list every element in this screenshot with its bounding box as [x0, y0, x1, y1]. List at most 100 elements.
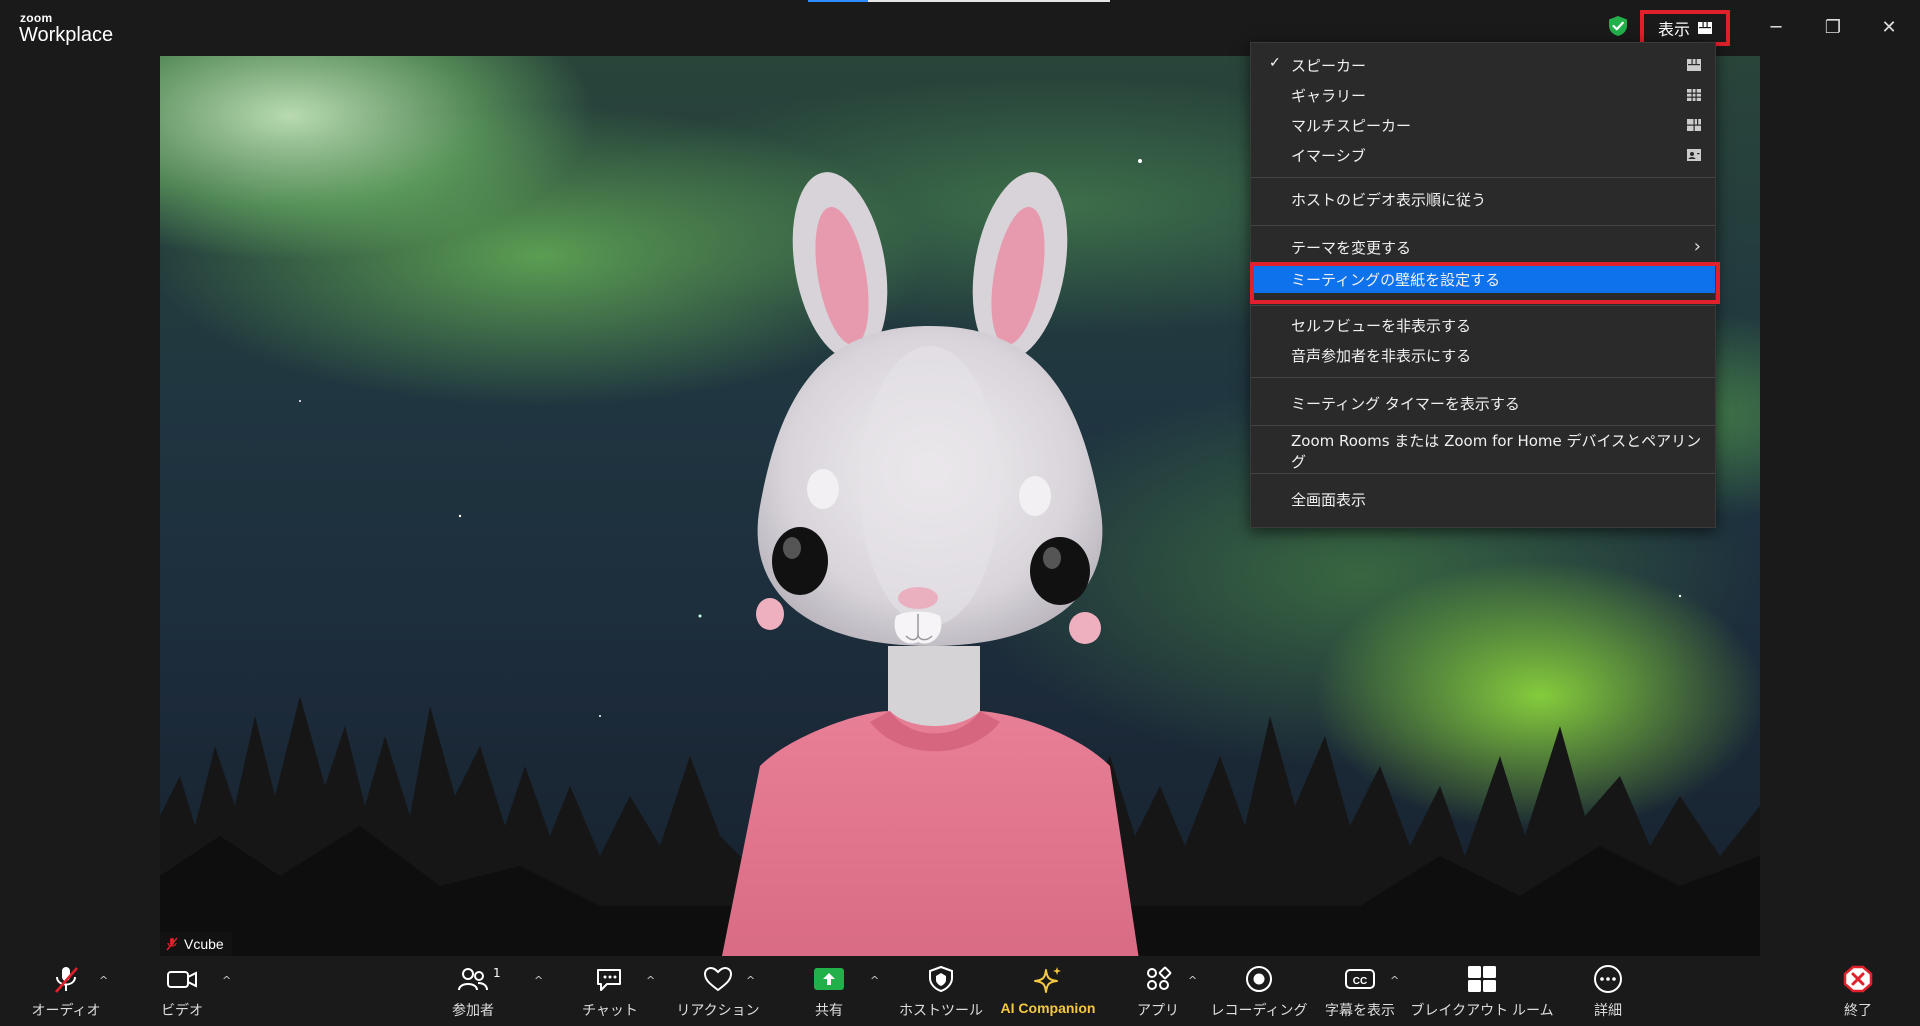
- menu-item-gallery[interactable]: ギャラリー: [1251, 81, 1715, 109]
- minimize-button[interactable]: ─: [1761, 12, 1791, 42]
- menu-item-pair-zoom-rooms[interactable]: Zoom Rooms または Zoom for Home デバイスとペアリング: [1251, 432, 1715, 471]
- menu-item-label: ミーティング タイマーを表示する: [1291, 394, 1520, 413]
- speaker-view-icon: [1698, 22, 1712, 34]
- shield-check-icon[interactable]: [1606, 14, 1630, 38]
- menu-item-show-meeting-timer[interactable]: ミーティング タイマーを表示する: [1251, 389, 1715, 417]
- host-tools-button[interactable]: ホストツール: [898, 956, 984, 1026]
- breakout-rooms-icon: [1468, 966, 1496, 992]
- apps-icon: [1147, 966, 1172, 990]
- share-screen-button[interactable]: 共有: [800, 956, 858, 1026]
- participants-label: 参加者: [452, 1002, 494, 1018]
- menu-item-label: ギャラリー: [1291, 86, 1367, 105]
- apps-button[interactable]: アプリ: [1128, 956, 1188, 1026]
- menu-item-label: マルチスピーカー: [1291, 116, 1412, 135]
- menu-item-follow-host-order[interactable]: ホストのビデオ表示順に従う: [1251, 185, 1715, 213]
- view-button[interactable]: 表示: [1640, 10, 1730, 46]
- reactions-options-caret[interactable]: ^: [746, 974, 755, 987]
- participant-name: Vcube: [184, 936, 224, 952]
- check-icon: ✓: [1269, 55, 1281, 71]
- menu-item-label: セルフビューを非表示する: [1291, 316, 1472, 335]
- menu-separator: [1251, 305, 1715, 306]
- meeting-toolbar: オーディオ ^ ビデオ ^ 参加者 1 ^ チャット ^ リアクション ^ 共有…: [0, 956, 1920, 1026]
- apps-options-caret[interactable]: ^: [1188, 974, 1197, 987]
- breakout-rooms-button[interactable]: ブレイクアウト ルーム: [1410, 956, 1554, 1026]
- gallery-grid-icon: [1687, 89, 1701, 101]
- share-options-caret[interactable]: ^: [870, 974, 879, 987]
- menu-item-label: ホストのビデオ表示順に従う: [1291, 190, 1487, 209]
- apps-label: アプリ: [1137, 1002, 1179, 1018]
- menu-item-fullscreen[interactable]: 全画面表示: [1251, 485, 1715, 513]
- captions-button[interactable]: CC 字幕を表示: [1320, 956, 1400, 1026]
- speaker-view-icon: [1687, 59, 1701, 71]
- chat-options-caret[interactable]: ^: [646, 974, 655, 987]
- chevron-right-icon: ›: [1693, 236, 1701, 257]
- participants-options-caret[interactable]: ^: [534, 974, 543, 987]
- menu-item-label: Zoom Rooms または Zoom for Home デバイスとペアリング: [1291, 432, 1702, 471]
- recording-label: レコーディング: [1210, 1002, 1308, 1018]
- end-meeting-icon: [1843, 965, 1873, 993]
- zoom-logo-small: zoom: [20, 11, 53, 25]
- chat-bubble-icon: [597, 969, 621, 991]
- view-button-label: 表示: [1657, 20, 1690, 39]
- immersive-icon: [1687, 149, 1701, 161]
- menu-separator: [1251, 473, 1715, 474]
- ai-companion-label: AI Companion: [1000, 1000, 1096, 1016]
- multi-speaker-icon: [1687, 119, 1701, 131]
- reactions-button[interactable]: リアクション: [676, 956, 760, 1026]
- sparkle-icon: [1034, 967, 1061, 993]
- restore-button[interactable]: ❐: [1818, 12, 1848, 42]
- menu-item-change-theme[interactable]: テーマを変更する ›: [1251, 233, 1715, 261]
- audio-options-caret[interactable]: ^: [99, 974, 108, 987]
- participants-icon: [458, 968, 488, 991]
- more-label: 詳細: [1594, 1002, 1622, 1018]
- closed-captions-icon: CC: [1345, 969, 1375, 989]
- video-button[interactable]: ビデオ: [152, 956, 212, 1026]
- highlight-annotation-box: [1250, 262, 1720, 304]
- menu-item-label: スピーカー: [1291, 56, 1367, 75]
- close-window-button[interactable]: ✕: [1874, 12, 1904, 42]
- menu-item-label: 音声参加者を非表示にする: [1291, 346, 1472, 365]
- breakout-rooms-label: ブレイクアウト ルーム: [1410, 1002, 1554, 1018]
- menu-item-hide-audio-participants[interactable]: 音声参加者を非表示にする: [1251, 341, 1715, 369]
- end-meeting-button[interactable]: 終了: [1830, 956, 1886, 1026]
- heart-icon: [703, 966, 733, 992]
- host-shield-icon: [929, 965, 953, 993]
- menu-separator: [1251, 225, 1715, 226]
- menu-item-hide-self-view[interactable]: セルフビューを非表示する: [1251, 311, 1715, 339]
- audio-button[interactable]: オーディオ: [28, 956, 104, 1026]
- mic-muted-icon: [55, 967, 78, 993]
- participants-count: 1: [493, 966, 501, 980]
- recording-button[interactable]: レコーディング: [1210, 956, 1308, 1026]
- menu-item-speaker[interactable]: ✓ スピーカー: [1251, 51, 1715, 79]
- mic-muted-icon: [166, 937, 178, 951]
- svg-text:CC: CC: [1353, 976, 1367, 987]
- record-icon: [1246, 966, 1272, 992]
- menu-separator: [1251, 377, 1715, 378]
- menu-item-immersive[interactable]: イマーシブ: [1251, 141, 1715, 169]
- menu-item-label: イマーシブ: [1291, 146, 1366, 165]
- host-tools-label: ホストツール: [899, 1002, 983, 1018]
- menu-item-label: 全画面表示: [1291, 490, 1367, 509]
- ai-companion-button[interactable]: AI Companion: [998, 956, 1098, 1026]
- more-dots-icon: [1594, 965, 1622, 993]
- app-brand-name: Workplace: [19, 24, 114, 46]
- video-label: ビデオ: [161, 1002, 203, 1018]
- chat-button[interactable]: チャット: [579, 956, 641, 1026]
- captions-options-caret[interactable]: ^: [1390, 974, 1399, 987]
- video-options-caret[interactable]: ^: [222, 974, 231, 987]
- audio-label: オーディオ: [31, 1002, 101, 1018]
- menu-item-label: テーマを変更する: [1291, 238, 1412, 257]
- menu-separator: [1251, 177, 1715, 178]
- menu-item-multi-speaker[interactable]: マルチスピーカー: [1251, 111, 1715, 139]
- reactions-label: リアクション: [676, 1002, 760, 1018]
- top-indicator-accent: [808, 0, 868, 2]
- top-indicator-bar: [868, 0, 1110, 2]
- more-button[interactable]: 詳細: [1578, 956, 1638, 1026]
- menu-separator: [1251, 425, 1715, 426]
- chat-label: チャット: [582, 1002, 638, 1018]
- end-meeting-label: 終了: [1844, 1002, 1872, 1018]
- participant-name-tag: Vcube: [160, 932, 232, 956]
- share-screen-icon: [814, 968, 844, 990]
- share-label: 共有: [815, 1002, 843, 1018]
- bunny-avatar: [722, 172, 1139, 956]
